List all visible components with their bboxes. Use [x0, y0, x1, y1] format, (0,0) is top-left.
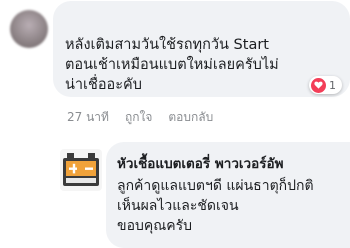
comment-text: หลังเติมสามวันใช้รถทุกวัน Start ตอนเช้าเ… — [65, 37, 279, 93]
reaction-count: 1 — [329, 78, 336, 92]
reply-link[interactable]: ตอบกลับ — [168, 108, 213, 127]
comment-timestamp[interactable]: 27 นาที — [67, 108, 109, 127]
reply-text: ลูกค้าดูแลแบตฯดี แผ่นธาตุก็ปกติ เห็นผลไว… — [117, 178, 314, 234]
comment-actions: 27 นาที ถูกใจ ตอบกลับ — [67, 108, 213, 127]
heart-icon — [311, 77, 326, 93]
reply-bubble: หัวเชื้อแบตเตอรี่ พาวเวอร์อัพ ลูกค้าดูแล… — [106, 142, 350, 248]
page-logo-avatar[interactable] — [60, 149, 102, 191]
reaction-summary[interactable]: 1 — [309, 76, 342, 94]
commenter-avatar[interactable] — [10, 10, 48, 48]
comment-bubble: หลังเติมสามวันใช้รถทุกวัน Start ตอนเช้าเ… — [53, 1, 350, 97]
like-link[interactable]: ถูกใจ — [125, 108, 152, 127]
reply-author-name[interactable]: หัวเชื้อแบตเตอรี่ พาวเวอร์อัพ — [117, 154, 342, 174]
battery-logo-icon — [63, 153, 99, 186]
